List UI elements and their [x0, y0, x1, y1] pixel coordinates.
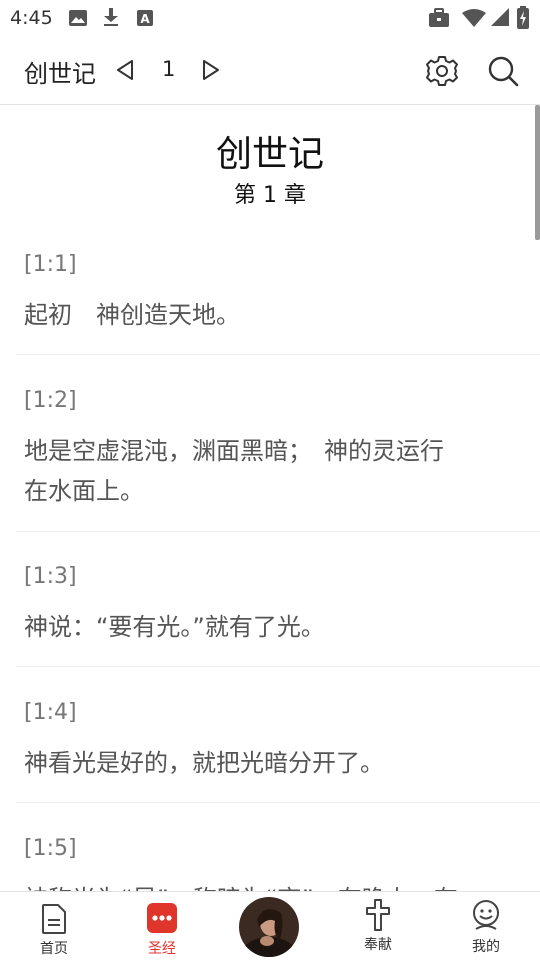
font-icon: A	[137, 10, 153, 26]
tab-home[interactable]: 首页	[9, 892, 99, 961]
verse-ref: [1:2]	[24, 388, 77, 413]
tab-label: 奉献	[364, 937, 392, 953]
bottom-tab-bar: 首页 圣经 奉献 我的	[0, 891, 540, 961]
settings-icon[interactable]	[425, 54, 459, 88]
tab-offering[interactable]: 奉献	[333, 892, 423, 961]
verse-ref: [1:4]	[24, 700, 77, 725]
battery-icon	[517, 6, 529, 29]
verse-text: 神称光为“昼”，称暗为“夜”。有晚上，有	[24, 879, 524, 891]
tab-label: 圣经	[148, 941, 176, 957]
next-chapter-icon[interactable]	[200, 58, 222, 82]
verse-divider	[16, 802, 540, 803]
verse-text: 起初 神创造天地。	[24, 301, 240, 329]
chapter-heading: 第 1 章	[234, 183, 306, 208]
verse-text: 神说：“要有光。”就有了光。	[24, 613, 325, 641]
reader-toolbar: 创世记 1	[0, 36, 540, 105]
scripture-content[interactable]: 创世记 第 1 章 [1:1] 起初 神创造天地。 [1:2] 地是空虚混沌，渊…	[0, 105, 540, 891]
prayer-avatar[interactable]	[239, 897, 299, 957]
chapter-number[interactable]: 1	[162, 57, 175, 81]
svg-text:A: A	[140, 12, 150, 26]
verse-text: 地是空虚混沌，渊面黑暗； 神的灵运行 在水面上。	[24, 437, 444, 505]
image-icon	[69, 10, 87, 26]
bible-dots-icon	[147, 903, 177, 933]
tab-profile[interactable]: 我的	[441, 892, 531, 961]
verse-ref: [1:5]	[24, 836, 77, 861]
book-selector[interactable]: 创世记	[24, 54, 96, 89]
search-icon[interactable]	[486, 54, 520, 88]
signal-icon	[491, 8, 509, 26]
user-face-icon	[473, 900, 499, 930]
verse-text: 神看光是好的，就把光暗分开了。	[24, 749, 384, 777]
wifi-icon	[462, 9, 486, 27]
tab-label: 我的	[472, 939, 500, 955]
briefcase-icon	[429, 8, 449, 27]
verse-divider	[16, 531, 540, 532]
document-icon	[42, 904, 66, 934]
status-bar: 4:45 A	[0, 0, 540, 36]
download-icon	[104, 8, 118, 26]
book-title: 创世记	[215, 134, 324, 175]
tab-bible[interactable]: 圣经	[117, 892, 207, 961]
verse-divider	[16, 354, 540, 355]
status-time: 4:45	[10, 7, 53, 29]
verse-ref: [1:1]	[24, 252, 77, 277]
tab-label: 首页	[40, 941, 68, 957]
scrollbar[interactable]	[535, 105, 540, 240]
verse-divider	[16, 666, 540, 667]
cross-icon	[366, 899, 390, 931]
prev-chapter-icon[interactable]	[114, 58, 136, 82]
verse-ref: [1:3]	[24, 564, 77, 589]
